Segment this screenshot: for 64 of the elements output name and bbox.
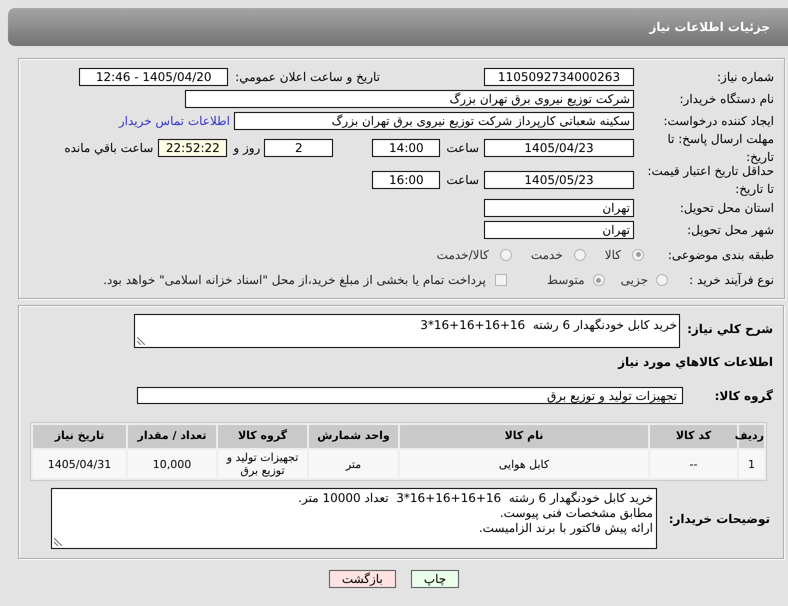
field-label: شرح کلي نياز: (687, 322, 773, 336)
field-label: طبقه بندی موضوعی: (668, 248, 774, 262)
column-header: نام کالا (400, 425, 648, 448)
buyer-notes-field[interactable]: خرید کابل خودنگهدار 6 رشته 16+16+16+16*3 تعداد 10000 متر. مطابق مشخصات فنی پیوست. ارائه پیش فاکتور با برند الزامیست. (51, 488, 657, 549)
resize-handle-icon[interactable] (137, 337, 145, 345)
city-field[interactable]: تهران (484, 221, 634, 239)
field-label: نام دستگاه خریدار: (680, 92, 774, 106)
need-number-field[interactable]: 1105092734000263 (484, 68, 634, 86)
field-label: تاریخ و ساعت اعلان عمومي: (235, 69, 380, 86)
radio-button[interactable] (592, 274, 605, 286)
field-label: ساعت باقي مانده (64, 140, 154, 157)
field-label: ایجاد کننده درخواست: (663, 114, 774, 128)
column-header: تاریخ نیاز (33, 425, 126, 448)
requester-field[interactable]: سکینه شعباتی کارپرداز شرکت توزیع نیروی برق تهران بزرگ (234, 112, 634, 130)
print-button[interactable]: چاپ (410, 570, 460, 588)
radio-label: متوسط (546, 272, 585, 289)
field-label: نوع فرآیند خرید : (689, 273, 774, 287)
table-cell: 1405/04/31 (33, 450, 126, 478)
contact-link[interactable]: اطلاعات تماس خریدار (118, 112, 230, 130)
table-cell: متر (309, 450, 398, 478)
buyer-name-field[interactable]: شرکت توزیع نیروی برق تهران بزرگ (185, 90, 634, 108)
table-cell: تجهیزات تولید و توزیع برق (218, 450, 307, 478)
field-label: مهلت ارسال پاسخ: تا تاریخ: (667, 132, 774, 164)
resize-handle-icon[interactable] (54, 538, 62, 546)
field-label: توضیحات خریدار: (668, 512, 770, 526)
field-label: شهر محل تحویل: (687, 223, 774, 237)
field-label: حداقل تاریخ اعتبار قیمت: تا تاریخ: (647, 164, 774, 196)
radio-label: جزیی (620, 272, 648, 289)
field-label: شماره نیاز: (717, 70, 774, 84)
radio-label: کالا/خدمت (436, 246, 489, 264)
deadline-time-field[interactable]: 14:00 (372, 139, 440, 157)
column-header: کد کالا (650, 425, 737, 448)
column-header: گروه کالا (218, 425, 307, 448)
table-cell: کابل هوایی (400, 450, 648, 478)
province-field[interactable]: تهران (484, 198, 634, 216)
field-label: روز و (233, 140, 260, 157)
field-label: گروه کالا: (714, 388, 773, 402)
radio-label: خدمت (530, 246, 563, 264)
summary-field[interactable]: خرید کابل خودنگهدار 6 رشته 16+16+16+16*3 (134, 314, 680, 348)
radio-button[interactable] (500, 248, 512, 260)
column-header: تعداد / مقدار (128, 425, 216, 448)
validity-date-field[interactable]: 1405/05/23 (484, 171, 634, 189)
days-left-field[interactable]: 2 (264, 139, 334, 157)
checkbox-label: پرداخت تمام یا بخشی از مبلغ خرید،از محل "اسناد خزانه اسلامی" خواهد بود. (103, 272, 486, 289)
announcement-date-field[interactable]: 1405/04/20 - 12:46 (79, 68, 228, 86)
goods-group-field[interactable]: تجهیزات تولید و توزیع برق (137, 387, 683, 404)
radio-button[interactable] (656, 274, 668, 286)
checkbox[interactable] (494, 274, 507, 286)
back-button[interactable]: بازگشت (328, 570, 396, 588)
time-left-field[interactable]: 22:52:22 (158, 139, 228, 157)
deadline-date-field[interactable]: 1405/04/23 (484, 139, 634, 157)
radio-label: کالا (604, 246, 621, 264)
column-header: واحد شمارش (309, 425, 398, 448)
table-cell: 1 (739, 450, 764, 478)
validity-time-field[interactable]: 16:00 (372, 171, 440, 189)
radio-button[interactable] (632, 248, 644, 260)
section-heading: اطلاعات کالاهاي مورد نياز (618, 354, 773, 371)
table-cell: -- (650, 450, 737, 478)
radio-button[interactable] (574, 248, 586, 260)
page-title: جزئیات اطلاعات نیاز (649, 19, 770, 36)
field-label: ساعت (446, 172, 479, 189)
field-label: استان محل تحویل: (680, 200, 774, 214)
field-label: ساعت (446, 140, 479, 157)
table-cell: 10,000 (128, 450, 216, 478)
